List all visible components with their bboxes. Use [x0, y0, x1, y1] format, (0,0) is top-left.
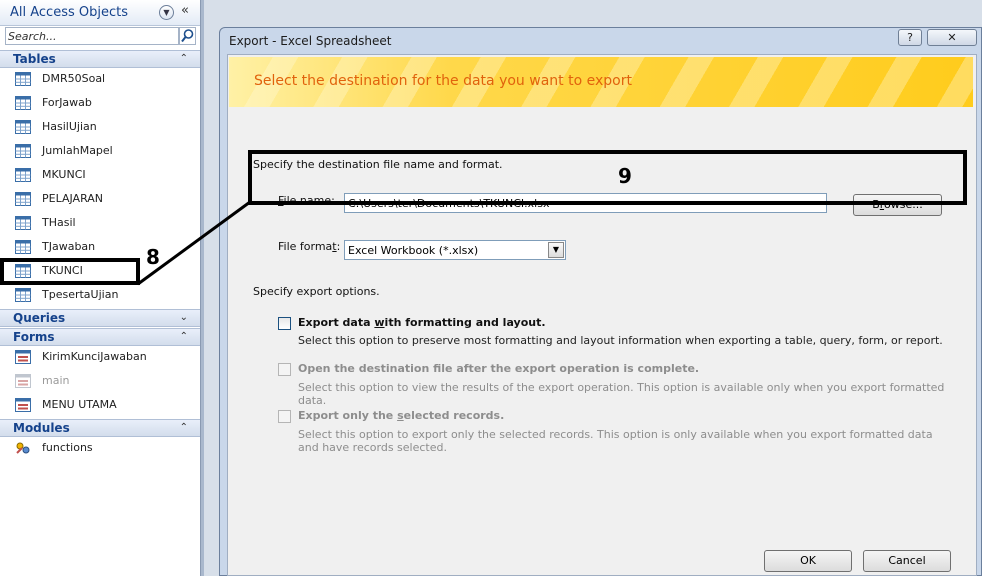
callout-connector-line — [137, 200, 251, 286]
callout-number-8: 8 — [146, 245, 160, 269]
callout-box-8 — [0, 258, 140, 285]
callout-box-9 — [248, 150, 967, 205]
callout-number-9: 9 — [618, 164, 632, 188]
